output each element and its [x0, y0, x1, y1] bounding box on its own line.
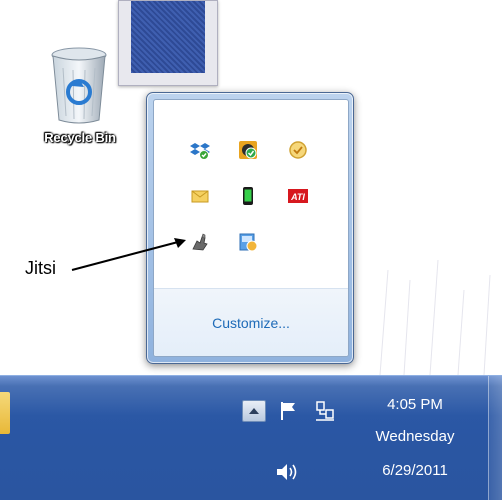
customize-link[interactable]: Customize...	[154, 315, 348, 331]
recycle-bin-icon	[51, 47, 107, 124]
wallpaper-lines	[379, 259, 491, 375]
window-thumbnail-content	[131, 1, 205, 73]
update-icon[interactable]	[238, 232, 258, 252]
show-desktop-button[interactable]	[488, 376, 502, 500]
svg-text:ATI: ATI	[290, 192, 305, 202]
flyout-panel: ATI Customize...	[153, 99, 349, 357]
recycle-bin[interactable]: Recycle Bin	[28, 40, 132, 160]
task-icon[interactable]	[288, 140, 308, 160]
clock-date: 6/29/2011	[382, 462, 448, 479]
window-thumbnail[interactable]	[118, 0, 218, 86]
dropbox-icon[interactable]	[190, 140, 210, 160]
taskbar-pinned-item[interactable]	[0, 392, 10, 434]
annotation-label: Jitsi	[25, 258, 56, 278]
notification-overflow-flyout: ATI Customize...	[146, 92, 354, 364]
taskbar: 4:05 PM Wednesday 6/29/2011	[0, 375, 502, 500]
volume-icon[interactable]	[274, 461, 300, 483]
recycle-bin-label: Recycle Bin	[44, 130, 116, 145]
clock-time: 4:05 PM	[387, 396, 443, 413]
show-hidden-icons-button[interactable]	[242, 400, 266, 422]
network-icon[interactable]	[314, 400, 336, 422]
phone-icon[interactable]	[238, 186, 258, 206]
sync-icon[interactable]	[238, 140, 258, 160]
clock-day: Wednesday	[375, 428, 455, 445]
chevron-up-icon	[249, 408, 259, 414]
mail-icon[interactable]	[190, 186, 210, 206]
annotation-arrow	[71, 238, 186, 271]
action-center-flag-icon[interactable]	[278, 400, 300, 422]
ati-icon[interactable]: ATI	[288, 186, 308, 206]
flyout-footer: Customize...	[154, 288, 348, 356]
